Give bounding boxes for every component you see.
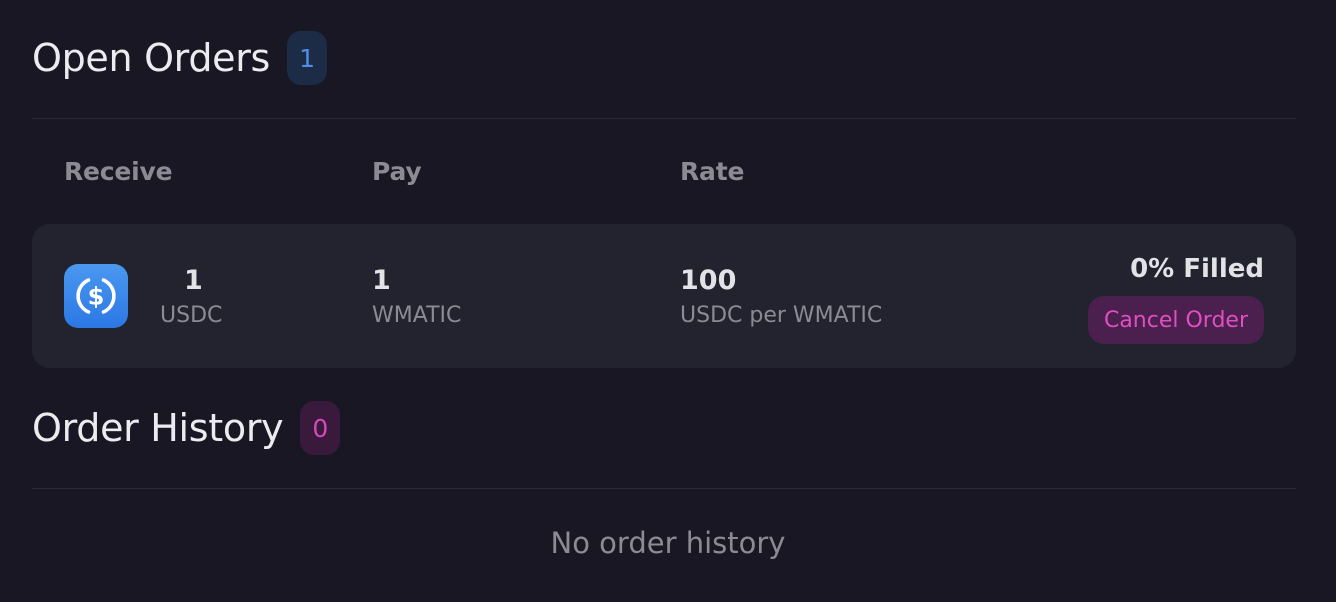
order-history-divider <box>32 488 1296 489</box>
pay-token: WMATIC <box>372 303 462 328</box>
open-orders-title: Open Orders <box>32 36 271 80</box>
rate-unit: USDC per WMATIC <box>680 303 883 328</box>
column-header-pay: Pay <box>372 157 422 186</box>
open-orders-header: Open Orders 1 <box>32 31 328 85</box>
order-history-count-badge: 0 <box>300 401 341 455</box>
svg-text:$: $ <box>88 283 105 311</box>
receive-token: USDC <box>160 303 223 328</box>
order-history-title: Order History <box>32 406 284 450</box>
order-history-header: Order History 0 <box>32 401 341 455</box>
column-header-receive: Receive <box>64 157 173 186</box>
empty-history-message: No order history <box>550 526 786 560</box>
filled-status: 0% Filled <box>1130 254 1264 284</box>
pay-amount: 1 <box>372 265 391 296</box>
rate-value: 100 <box>680 265 737 296</box>
open-order-row: $ 1 USDC 1 WMATIC 100 USDC per WMATIC 0%… <box>32 224 1296 368</box>
usdc-icon: $ <box>64 264 128 328</box>
open-orders-divider <box>32 118 1296 119</box>
receive-amount: 1 <box>184 265 203 296</box>
open-orders-count-badge: 1 <box>287 31 328 85</box>
column-header-rate: Rate <box>680 157 745 186</box>
cancel-order-button[interactable]: Cancel Order <box>1087 296 1264 344</box>
